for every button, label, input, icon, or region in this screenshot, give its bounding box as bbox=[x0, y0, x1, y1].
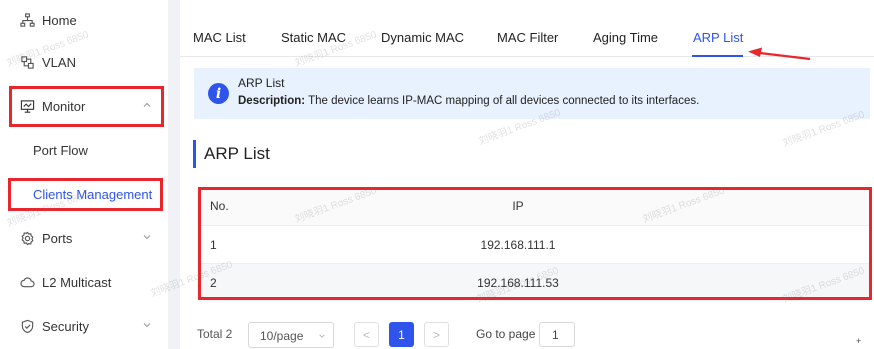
active-tab-indicator bbox=[692, 55, 743, 57]
total-count: Total 2 bbox=[197, 327, 233, 341]
tab-aging-time[interactable]: Aging Time bbox=[593, 30, 658, 45]
sidebar-item-label: L2 Multicast bbox=[42, 274, 112, 290]
sidebar-item-ports[interactable]: Ports bbox=[0, 218, 168, 258]
sidebar-item-port-flow[interactable]: Port Flow bbox=[0, 130, 168, 170]
chevron-down-icon bbox=[143, 323, 151, 328]
tab-dynamic-mac[interactable]: Dynamic MAC bbox=[381, 30, 464, 45]
info-description-label: Description: bbox=[238, 95, 306, 107]
info-description-text: The device learns IP-MAC mapping of all … bbox=[308, 95, 700, 107]
page-size-value: 10/page bbox=[260, 329, 304, 343]
page-size-select[interactable]: 10/page bbox=[248, 322, 334, 348]
annotation-arrow-icon bbox=[748, 47, 811, 61]
tab-mac-list[interactable]: MAC List bbox=[193, 30, 246, 45]
sidebar-item-l2-multicast[interactable]: L2 Multicast bbox=[0, 262, 168, 302]
goto-page-input[interactable]: 1 bbox=[539, 322, 575, 347]
next-page-button[interactable]: > bbox=[424, 322, 449, 347]
prev-page-button[interactable]: < bbox=[354, 322, 379, 347]
sidebar-divider bbox=[168, 0, 180, 349]
info-title: ARP List bbox=[238, 76, 285, 90]
chevron-down-icon bbox=[319, 334, 325, 338]
goto-label: Go to page bbox=[476, 327, 536, 341]
sidebar-item-label: Home bbox=[42, 12, 77, 28]
page-button-current[interactable]: 1 bbox=[389, 322, 414, 347]
sidebar-item-label: Port Flow bbox=[33, 142, 88, 158]
monitor-highlight-box bbox=[9, 86, 164, 127]
corner-plus-icon: + bbox=[856, 336, 862, 346]
tab-arp-list[interactable]: ARP List bbox=[693, 30, 743, 45]
shield-icon bbox=[19, 318, 35, 334]
tab-mac-filter[interactable]: MAC Filter bbox=[497, 30, 558, 45]
info-description: Description: The device learns IP-MAC ma… bbox=[238, 95, 699, 107]
chevron-down-icon bbox=[143, 235, 151, 240]
cloud-icon bbox=[19, 274, 35, 290]
sidebar-item-label: Security bbox=[42, 318, 89, 334]
section-accent-bar bbox=[193, 140, 196, 168]
sidebar-item-label: VLAN bbox=[42, 54, 76, 70]
network-icon bbox=[19, 12, 35, 28]
section-title: ARP List bbox=[204, 144, 270, 163]
pagination: Total 2 10/page < 1 > Go to page 1 bbox=[197, 320, 597, 348]
info-icon: i bbox=[208, 83, 229, 104]
sidebar-item-label: Ports bbox=[42, 230, 73, 246]
gear-icon bbox=[19, 230, 35, 246]
info-banner: i ARP List Description: The device learn… bbox=[194, 68, 870, 119]
sidebar-item-security[interactable]: Security bbox=[0, 306, 168, 346]
